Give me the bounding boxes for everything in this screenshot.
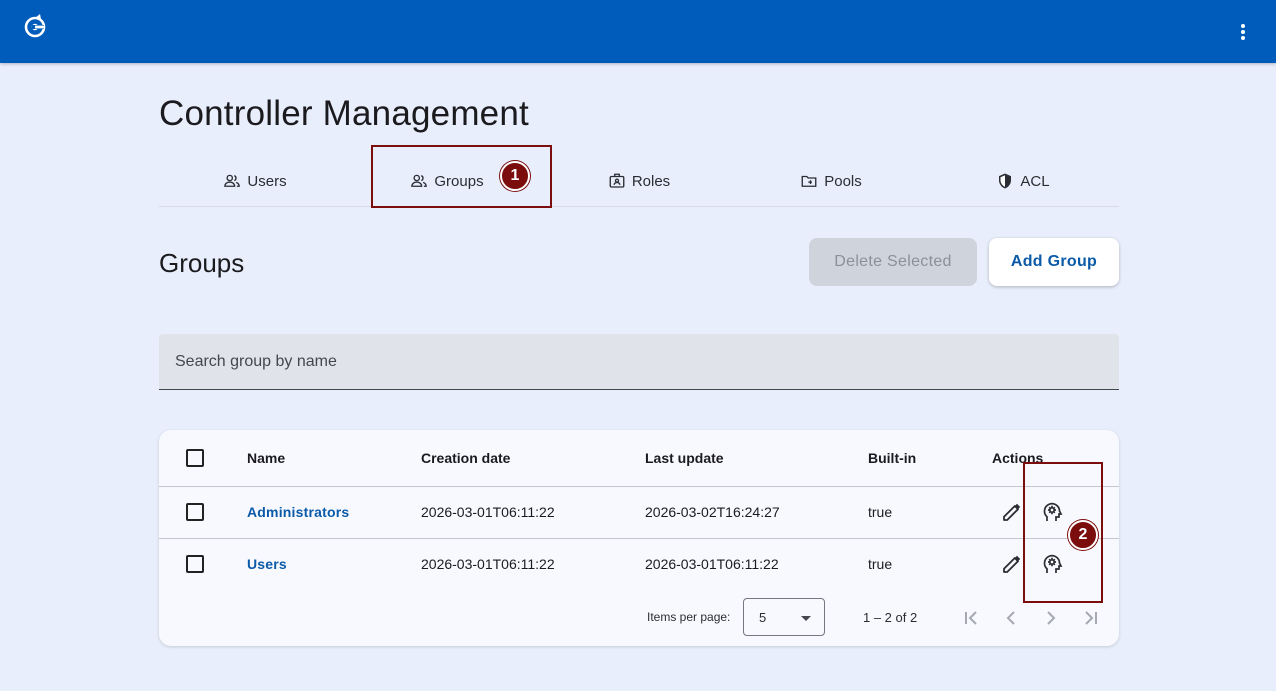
group-name-link[interactable]: Administrators [247, 486, 349, 538]
row-checkbox[interactable] [186, 503, 204, 521]
page-range-label: 1 – 2 of 2 [863, 610, 918, 625]
search-field [159, 334, 1119, 390]
groups-table-card: Name Creation date Last update Built-in … [159, 430, 1119, 646]
folder-icon [801, 175, 817, 187]
delete-selected-button[interactable]: Delete Selected [809, 238, 977, 286]
built-in-cell: true [868, 504, 893, 520]
annotation-badge-1: 1 [500, 161, 530, 191]
group-name-link[interactable]: Users [247, 538, 287, 590]
app-logo-icon[interactable] [22, 13, 48, 39]
tab-roles[interactable]: Roles [543, 156, 735, 206]
next-page-icon[interactable] [1039, 606, 1063, 630]
row-checkbox[interactable] [186, 555, 204, 573]
row-select-cell [186, 486, 204, 538]
add-group-button[interactable]: Add Group [989, 238, 1119, 286]
items-per-page-label: Items per page: [647, 610, 731, 624]
table-row: Users 2026-03-01T06:11:22 2026-03-01T06:… [159, 538, 1119, 590]
first-page-icon[interactable] [959, 606, 983, 630]
chevron-down-icon [801, 616, 811, 621]
edit-icon[interactable] [1000, 500, 1024, 524]
tab-acl[interactable]: ACL [927, 156, 1119, 206]
table-header-row: Name Creation date Last update Built-in … [159, 430, 1119, 487]
badge-icon [609, 173, 625, 188]
creation-date-cell: 2026-03-01T06:11:22 [421, 556, 555, 572]
column-header-name[interactable]: Name [247, 430, 285, 486]
section-title: Groups [159, 248, 245, 278]
column-header-creation-date[interactable]: Creation date [421, 430, 510, 486]
last-update-cell: 2026-03-02T16:24:27 [645, 504, 780, 520]
row-select-cell [186, 538, 204, 590]
select-all-cell [186, 430, 204, 486]
tab-users[interactable]: Users [159, 156, 351, 206]
tab-label: Users [247, 172, 287, 190]
tab-label: Roles [631, 172, 671, 190]
edit-icon[interactable] [1000, 552, 1024, 576]
page-size-value: 5 [759, 610, 767, 625]
paginator: Items per page: 5 1 – 2 of 2 [159, 590, 1119, 646]
tab-label: Pools [824, 172, 862, 190]
annotation-badge-2: 2 [1068, 520, 1098, 550]
last-update-cell: 2026-03-01T06:11:22 [645, 556, 779, 572]
search-input[interactable] [159, 334, 1119, 389]
page-title: Controller Management [159, 94, 529, 133]
page-size-select[interactable]: 5 [743, 598, 825, 636]
column-header-built-in[interactable]: Built-in [868, 430, 916, 486]
tab-label: ACL [1020, 172, 1050, 190]
table-row: Administrators 2026-03-01T06:11:22 2026-… [159, 486, 1119, 539]
built-in-cell: true [868, 556, 893, 572]
tab-pools[interactable]: Pools [735, 156, 927, 206]
more-vertical-icon[interactable] [1230, 16, 1256, 46]
creation-date-cell: 2026-03-01T06:11:22 [421, 504, 555, 520]
last-page-icon[interactable] [1079, 606, 1103, 630]
top-app-bar [0, 0, 1276, 63]
shield-icon [999, 173, 1012, 189]
previous-page-icon[interactable] [999, 606, 1023, 630]
select-all-checkbox[interactable] [186, 449, 204, 467]
user-icon [224, 174, 241, 187]
column-header-last-update[interactable]: Last update [645, 430, 724, 486]
tab-bar: Users Groups Roles Pools ACL [159, 156, 1119, 207]
